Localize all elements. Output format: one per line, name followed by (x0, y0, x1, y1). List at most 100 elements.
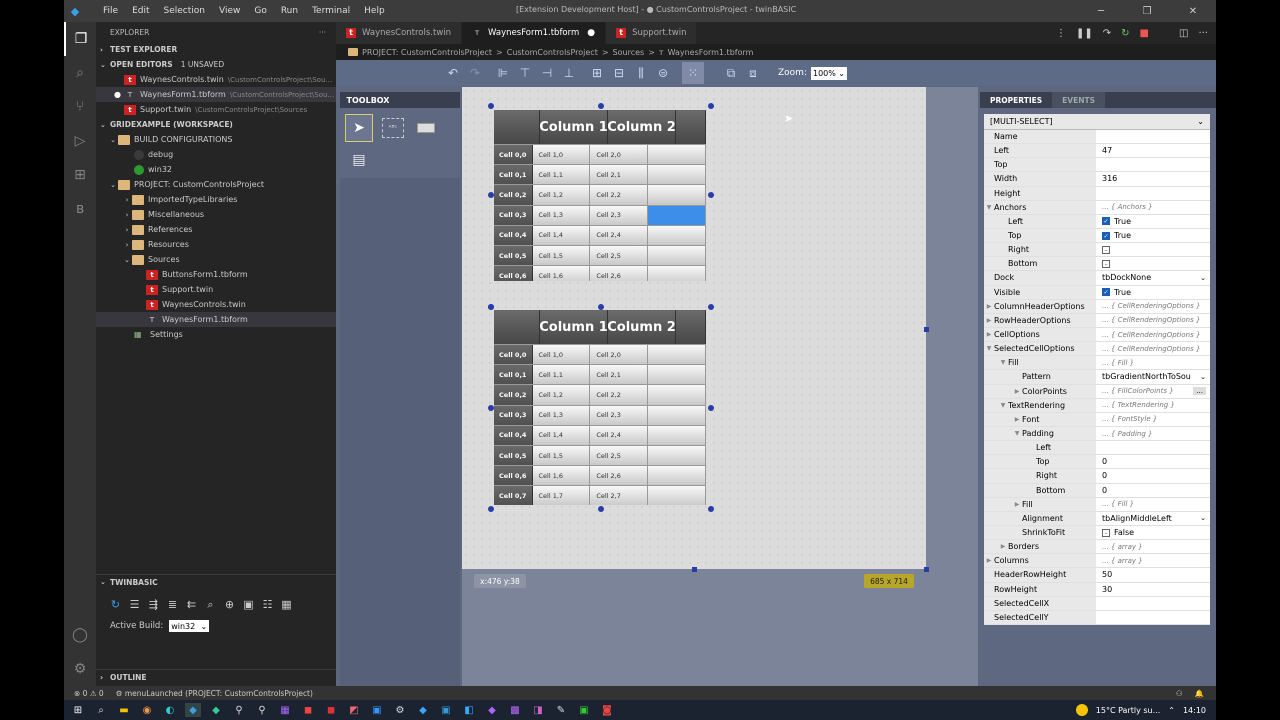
property-row[interactable]: ▶ CellOptions ... { CellRenderingOptions } (984, 327, 1210, 343)
tab-waynesform1[interactable]: ᴛ WaynesForm1.tbform ● (462, 22, 607, 44)
menu-help[interactable]: Help (357, 6, 392, 16)
expand-arrow-icon[interactable]: ▶ (984, 317, 994, 324)
chevron-down-icon[interactable]: ⌄ (1200, 514, 1206, 522)
selection-handle[interactable] (488, 405, 494, 411)
chevron-down-icon[interactable]: ⌄ (1200, 373, 1206, 381)
property-row[interactable]: Top 0 (984, 455, 1210, 470)
twinbasic-section[interactable]: ⌄ TWINBASIC (96, 574, 336, 589)
property-row[interactable]: Bottom 0 (984, 483, 1210, 498)
chrome-icon[interactable]: ◉ (139, 703, 155, 717)
tree-settings[interactable]: ▦ Settings (96, 327, 336, 342)
app-icon[interactable]: ◆ (415, 703, 431, 717)
property-row[interactable]: Dock tbDockNone ⌄ (984, 271, 1210, 286)
selection-handle[interactable] (488, 103, 494, 109)
tab-properties[interactable]: PROPERTIES (980, 92, 1052, 108)
property-row[interactable]: ▼ Fill ... { Fill } (984, 356, 1210, 371)
app-icon[interactable]: ◧ (461, 703, 477, 717)
property-value[interactable]: – (1096, 243, 1210, 257)
search-icon[interactable]: ⌕ (64, 56, 96, 90)
align-top-icon[interactable]: ⊤ (514, 62, 536, 84)
button-tool-icon[interactable] (412, 114, 440, 142)
weather-text[interactable]: 15°C Partly su... (1096, 706, 1160, 715)
app-icon[interactable]: ✎ (553, 703, 569, 717)
open-editors-section[interactable]: ⌄ OPEN EDITORS 1 UNSAVED (96, 57, 336, 72)
undo-icon[interactable]: ↶ (442, 62, 464, 84)
chevron-down-icon[interactable]: ⌄ (1200, 274, 1206, 282)
property-row[interactable]: Width 316 (984, 172, 1210, 187)
space-icon[interactable]: ⊜ (652, 62, 674, 84)
property-row[interactable]: Alignment tbAlignMiddleLeft ⌄ (984, 511, 1210, 526)
menu-terminal[interactable]: Terminal (305, 6, 357, 16)
property-row[interactable]: ▶ Columns ... { array } (984, 554, 1210, 569)
app-icon[interactable]: ◼ (323, 703, 339, 717)
selection-handle[interactable] (708, 103, 714, 109)
open-editor-item[interactable]: t Support.twin \CustomControlsProject\Sour… (96, 102, 336, 117)
property-value[interactable]: ... { Fill } (1096, 497, 1210, 511)
property-row[interactable]: ▶ RowHeaderOptions ... { CellRenderingOpti… (984, 313, 1210, 328)
outline-section[interactable]: › OUTLINE (96, 669, 336, 685)
collapse-arrow-icon[interactable]: ▼ (1012, 430, 1022, 437)
extensions-icon[interactable]: ⊞ (64, 158, 96, 192)
refresh-icon[interactable]: ↻ (108, 597, 123, 612)
snap-grid-icon[interactable]: ⁙ (682, 62, 704, 84)
twinbasic-icon[interactable]: ʙ (64, 192, 96, 226)
property-row[interactable]: RowHeight 30 (984, 582, 1210, 597)
search-icon[interactable]: ⌕ (93, 703, 109, 717)
app-icon[interactable]: ▣ (438, 703, 454, 717)
property-value[interactable]: ... { Padding } (1096, 426, 1210, 441)
property-value[interactable]: tbAlignMiddleLeft ⌄ (1096, 511, 1210, 525)
property-row[interactable]: Height (984, 186, 1210, 201)
form-resize-handle[interactable] (692, 567, 697, 572)
property-value[interactable]: – (1096, 257, 1210, 271)
form-resize-handle[interactable] (924, 567, 929, 572)
property-value[interactable] (1096, 441, 1210, 455)
checkbox[interactable]: – (1102, 245, 1110, 254)
checkbox[interactable]: – (1102, 528, 1110, 537)
property-row[interactable]: Top (984, 158, 1210, 173)
property-value[interactable]: ✓ True (1096, 228, 1210, 243)
clock[interactable]: 14:10 (1183, 706, 1206, 715)
manage-gear-icon[interactable]: ⚙ (64, 652, 96, 686)
outdent-icon[interactable]: ⇇ (184, 597, 199, 612)
add-icon[interactable]: ⊕ (222, 597, 237, 612)
tree-build-configurations[interactable]: ⌄ BUILD CONFIGURATIONS (96, 132, 336, 147)
ellipsis-button[interactable]: ... (1193, 387, 1206, 396)
property-row[interactable]: ▶ ColumnHeaderOptions ... { CellRenderingO… (984, 299, 1210, 314)
tree-folder[interactable]: › Resources (96, 237, 336, 252)
checkbox[interactable]: ✓ (1102, 288, 1110, 297)
tree-folder[interactable]: › References (96, 222, 336, 237)
collapse-arrow-icon[interactable]: ▼ (984, 345, 994, 352)
app-icon[interactable]: ▩ (507, 703, 523, 717)
tree-build-win32[interactable]: win32 (96, 162, 336, 177)
pointer-tool-icon[interactable]: ➤ (345, 114, 373, 142)
property-row[interactable]: ▼ SelectedCellOptions ... { CellRenderingO… (984, 342, 1210, 357)
selection-handle[interactable] (488, 304, 494, 310)
align-icon[interactable]: ≣ (165, 597, 180, 612)
checkbox[interactable]: ✓ (1102, 217, 1110, 226)
collapse-arrow-icon[interactable]: ▼ (998, 402, 1008, 409)
property-value[interactable]: 316 (1096, 172, 1210, 186)
save-icon[interactable]: ▣ (241, 597, 256, 612)
selection-handle[interactable] (488, 506, 494, 512)
property-row[interactable]: ▶ Borders ... { array } (984, 540, 1210, 555)
tree-file[interactable]: t WaynesControls.twin (96, 297, 336, 312)
property-row[interactable]: ▶ ColorPoints ... { FillColorPoints }... (984, 384, 1210, 399)
expand-arrow-icon[interactable]: ▶ (998, 543, 1008, 550)
object-selector[interactable]: [MULTI-SELECT] ⌄ (984, 114, 1210, 130)
tray-chevron-icon[interactable]: ⌃ (1168, 706, 1175, 715)
expand-arrow-icon[interactable]: ▶ (1012, 388, 1022, 395)
expand-arrow-icon[interactable]: ▶ (984, 331, 994, 338)
selection-handle[interactable] (598, 506, 604, 512)
property-value[interactable]: ✓ True (1096, 285, 1210, 299)
property-row[interactable]: ▼ Padding ... { Padding } (984, 426, 1210, 442)
step-icon[interactable]: ↷ (1103, 28, 1111, 39)
selection-handle[interactable] (708, 192, 714, 198)
property-value[interactable]: ... { array } (1096, 540, 1210, 554)
property-value[interactable]: tbDockNone ⌄ (1096, 271, 1210, 285)
explorer-icon[interactable]: ❐ (64, 22, 96, 56)
property-row[interactable]: Left (984, 441, 1210, 456)
split-editor-icon[interactable]: ◫ (1179, 28, 1188, 39)
property-row[interactable]: Pattern tbGradientNorthToSou ⌄ (984, 370, 1210, 385)
property-row[interactable]: Visible ✓ True (984, 285, 1210, 300)
label-tool-icon[interactable]: ᴬᴮᶜ (382, 118, 404, 138)
